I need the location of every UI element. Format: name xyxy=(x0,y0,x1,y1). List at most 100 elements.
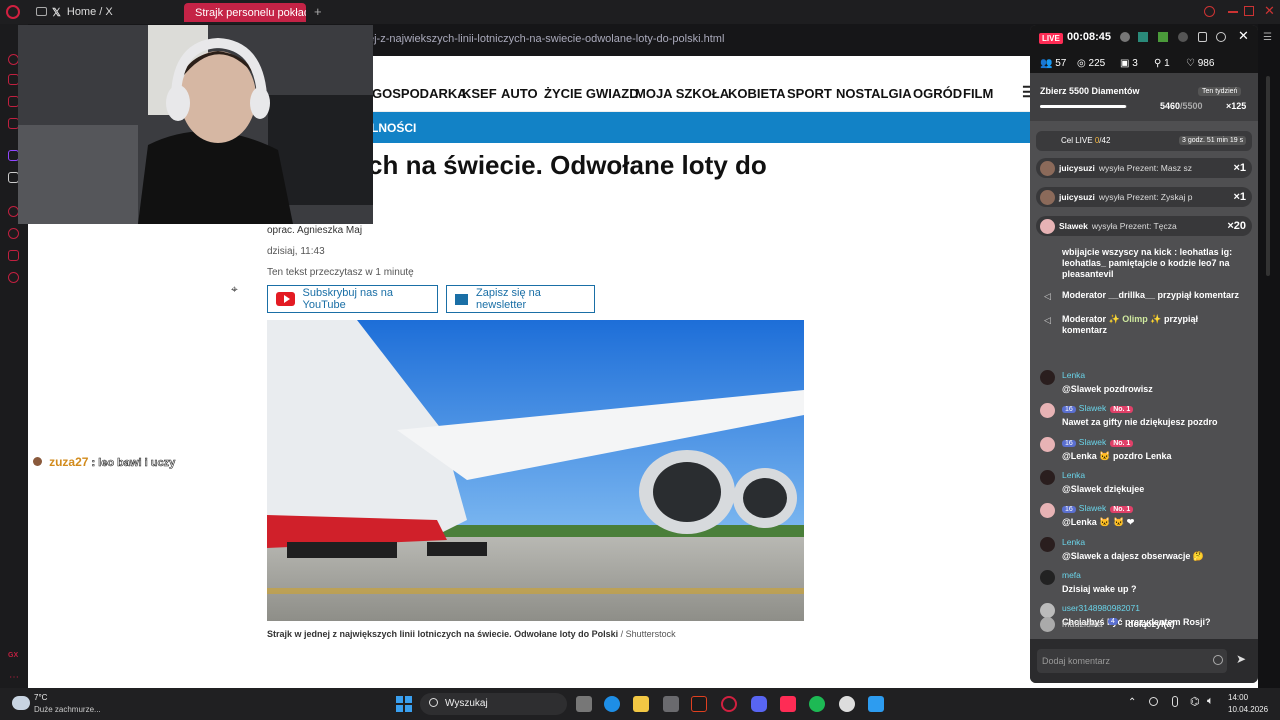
avatar[interactable] xyxy=(1040,403,1055,418)
nav-item-nostalgia[interactable]: NOSTALGIA xyxy=(836,86,912,101)
settings-icon[interactable] xyxy=(1216,32,1226,42)
nav-item-ksef[interactable]: KSEF xyxy=(462,86,497,101)
close-panel-icon[interactable]: ✕ xyxy=(1238,28,1249,44)
weather-desc[interactable]: Duże zachmurze... xyxy=(34,705,101,714)
moderator-pin-notice: ◁ Moderator ✨ Olimp ✨ przypiął komentarz xyxy=(1040,314,1250,338)
workspace-icon[interactable] xyxy=(36,7,47,16)
clock-date[interactable]: 10.04.2026 xyxy=(1228,705,1268,714)
newsletter-button[interactable]: Zapisz się na newsletter xyxy=(446,285,595,313)
nav-item-ogrod[interactable]: OGRÓD xyxy=(913,86,962,101)
gifts-stat: ▣ 3 xyxy=(1120,58,1138,69)
chat-message-header: 16 Slawek No. 1 xyxy=(1062,403,1134,413)
sidebar-settings-icon[interactable] xyxy=(8,272,19,283)
section-label[interactable]: LNOŚCI xyxy=(371,121,416,135)
clock-time[interactable]: 14:00 xyxy=(1228,693,1248,702)
capcut-icon[interactable] xyxy=(691,696,707,712)
maximize-icon[interactable] xyxy=(1244,6,1254,16)
live-badge: LIVE xyxy=(1039,33,1063,44)
url-field[interactable]: ej-z-najwiekszych-linii-lotniczych-na-sw… xyxy=(368,33,724,45)
tab-home-x[interactable]: 𝕏 Home / X xyxy=(52,3,177,21)
menu-icon[interactable]: ☰ xyxy=(1263,32,1272,43)
article-date: dzisiaj, 11:43 xyxy=(267,246,325,257)
opera-logo-icon[interactable] xyxy=(6,5,20,19)
avatar[interactable] xyxy=(1040,437,1055,452)
sidebar-gx-icon[interactable]: GX xyxy=(8,652,18,659)
tab-title: Strajk personelu pokładow xyxy=(195,6,306,19)
guest-icon[interactable] xyxy=(1178,32,1188,42)
chat-message: Lenka @Slawek dziękujee xyxy=(1040,470,1250,500)
lock-icon[interactable] xyxy=(1198,32,1207,42)
windows-start-icon[interactable] xyxy=(396,696,412,712)
discord-icon[interactable] xyxy=(751,696,767,712)
nav-item-gospodarka[interactable]: GOSPODARKA xyxy=(372,86,467,101)
obs-icon[interactable] xyxy=(839,696,855,712)
emoji-icon[interactable] xyxy=(1213,655,1223,665)
chevron-up-icon[interactable]: ⌃ xyxy=(1128,697,1136,708)
article-author[interactable]: oprac. Agnieszka Maj xyxy=(267,225,362,236)
chat-username[interactable]: Lenka xyxy=(1062,370,1085,380)
gift-text: wysyła Prezent: Zyskaj p xyxy=(1098,192,1193,202)
close-icon[interactable]: ✕ xyxy=(1264,3,1275,19)
microphone-icon[interactable] xyxy=(1172,696,1178,707)
sidebar-extensions-icon[interactable] xyxy=(8,250,19,261)
weather-temp[interactable]: 7°C xyxy=(34,693,47,702)
cel-title: Cel LIVE xyxy=(1061,136,1093,145)
spotify-icon[interactable] xyxy=(809,696,825,712)
file-explorer-icon[interactable] xyxy=(633,696,649,712)
chat-username[interactable]: Slawek xyxy=(1079,503,1106,513)
send-icon[interactable]: ➤ xyxy=(1236,652,1246,666)
chat-username[interactable]: Slawek xyxy=(1079,437,1106,447)
sidebar-more-icon[interactable]: ⋯ xyxy=(9,672,19,683)
sync-icon[interactable] xyxy=(1149,697,1158,706)
chat-message-header: 16 Slawek No. 1 xyxy=(1062,437,1134,447)
store-icon[interactable] xyxy=(663,696,679,712)
avatar[interactable] xyxy=(1040,503,1055,518)
stream-icon[interactable] xyxy=(1120,32,1130,42)
nav-item-film[interactable]: FILM xyxy=(963,86,993,101)
youtube-subscribe-button[interactable]: Subskrybuj nas na YouTube xyxy=(267,285,438,313)
tiktok-icon[interactable] xyxy=(780,696,796,712)
comment-input[interactable]: Dodaj komentarz xyxy=(1037,649,1227,673)
nav-item-sport[interactable]: SPORT xyxy=(787,86,832,101)
volume-icon[interactable]: 🔈︎ xyxy=(1207,695,1214,708)
goal-period: Ten tydzień xyxy=(1198,87,1242,96)
browser-tab-bar: 𝕏 Home / X Strajk personelu pokładow + ✕ xyxy=(0,0,1280,24)
sidebar-history-icon[interactable] xyxy=(8,228,19,239)
avatar[interactable] xyxy=(1040,470,1055,485)
avatar[interactable] xyxy=(1040,537,1055,552)
tab-article[interactable]: Strajk personelu pokładow xyxy=(184,3,306,22)
live-goal-bar[interactable]: Cel LIVE 0/42 3 godz. 51 min 19 s xyxy=(1036,131,1252,151)
avatar[interactable] xyxy=(1040,570,1055,585)
chat-message: Lenka @Slawek pozdrowisz xyxy=(1040,370,1250,400)
apps-icon[interactable] xyxy=(868,696,884,712)
opera-gx-icon[interactable] xyxy=(721,696,737,712)
nav-item-moja-szkola[interactable]: MOJA SZKOŁA xyxy=(635,86,729,101)
minimize-icon[interactable] xyxy=(1228,11,1238,13)
chat-username[interactable]: mefa xyxy=(1062,570,1081,580)
taskbar-search[interactable]: Wyszukaj xyxy=(420,693,567,715)
nav-item-zycie-gwiazd[interactable]: ŻYCIE GWIAZD xyxy=(544,86,639,101)
task-view-icon[interactable] xyxy=(576,696,592,712)
nav-item-auto[interactable]: AUTO xyxy=(501,86,538,101)
effects-icon[interactable] xyxy=(1138,32,1148,42)
chat-username[interactable]: Slawek xyxy=(1079,403,1106,413)
avatar[interactable] xyxy=(1040,603,1055,618)
chat-username[interactable]: user3148980982071 xyxy=(1062,603,1140,613)
edge-icon[interactable] xyxy=(604,696,620,712)
article-photo-airplane[interactable] xyxy=(267,320,804,621)
chat-text: @Lenka 🐱 pozdro Lenka xyxy=(1062,451,1172,461)
chat-username[interactable]: Lenka xyxy=(1062,470,1085,480)
caption-source: / Shutterstock xyxy=(620,629,676,639)
chat-username[interactable]: Lenka xyxy=(1062,537,1085,547)
search-icon[interactable] xyxy=(1204,6,1215,17)
scrollbar[interactable] xyxy=(1266,76,1270,276)
avatar[interactable] xyxy=(1040,370,1055,385)
diamond-goal[interactable]: Zbierz 5500 Diamentów Ten tydzień 5460/5… xyxy=(1030,73,1258,121)
goal-progress-track xyxy=(1040,105,1127,108)
mod-pin-text: Moderator ✨ Olimp ✨ przypiął komentarz xyxy=(1062,314,1198,335)
shield-icon[interactable] xyxy=(1158,32,1168,42)
nav-item-kobieta[interactable]: KOBIETA xyxy=(728,86,786,101)
avatar xyxy=(1040,189,1055,205)
new-tab-button[interactable]: + xyxy=(314,4,322,19)
network-icon[interactable]: ⌬ xyxy=(1190,695,1200,708)
